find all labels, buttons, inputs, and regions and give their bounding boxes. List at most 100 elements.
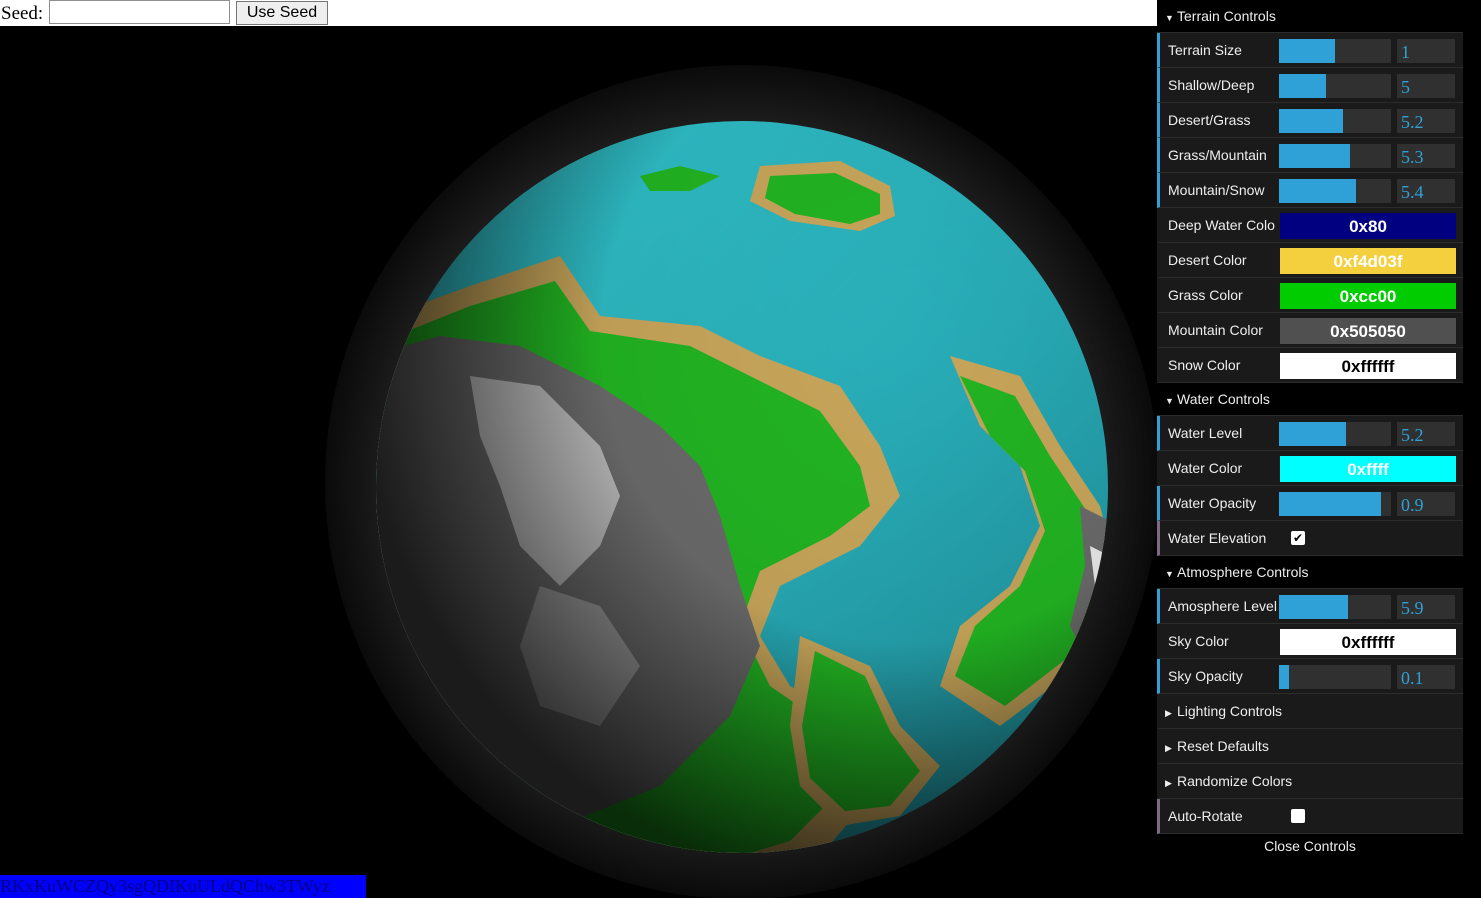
caret-right-icon: ▶	[1165, 743, 1172, 753]
desert-grass-control: Desert/Grass 5.2	[1157, 103, 1463, 138]
close-controls-button[interactable]: Close Controls	[1157, 834, 1463, 858]
control-label: Terrain Size	[1168, 42, 1242, 58]
slider-fill	[1279, 179, 1357, 203]
mountain-snow-slider[interactable]	[1279, 179, 1391, 203]
desert-color-picker[interactable]: 0xf4d03f	[1279, 247, 1457, 275]
mountain-snow-input[interactable]: 5.4	[1397, 179, 1455, 203]
water-level-control: Water Level 5.2	[1157, 416, 1463, 451]
control-label: Amosphere Level	[1168, 598, 1277, 614]
reset-defaults-button[interactable]: ▶ Reset Defaults	[1157, 729, 1463, 764]
water-elevation-control: Water Elevation ✔	[1157, 521, 1463, 556]
seed-label: Seed:	[1, 3, 44, 24]
grass-color-control: Grass Color 0xcc00	[1157, 278, 1463, 313]
water-color-picker[interactable]: 0xffff	[1279, 455, 1457, 483]
sky-opacity-control: Sky Opacity 0.1	[1157, 659, 1463, 694]
caret-down-icon: ▼	[1165, 569, 1174, 579]
shallow-deep-control: Shallow/Deep 5	[1157, 68, 1463, 103]
slider-fill	[1279, 39, 1335, 63]
control-label: Grass Color	[1168, 287, 1243, 303]
mountain-color-picker[interactable]: 0x505050	[1279, 317, 1457, 345]
grass-color-picker[interactable]: 0xcc00	[1279, 282, 1457, 310]
desert-grass-slider[interactable]	[1279, 109, 1391, 133]
folder-lighting-controls[interactable]: ▶ Lighting Controls	[1157, 694, 1463, 729]
slider-fill	[1279, 422, 1347, 446]
randomize-colors-button[interactable]: ▶ Randomize Colors	[1157, 764, 1463, 799]
control-label: Auto-Rotate	[1168, 808, 1243, 824]
control-label: Grass/Mountain	[1168, 147, 1267, 163]
folder-water-controls[interactable]: ▼ Water Controls	[1157, 383, 1463, 416]
mountain-snow-control: Mountain/Snow 5.4	[1157, 173, 1463, 208]
planet-render	[325, 65, 1157, 898]
folder-title: Atmosphere Controls	[1177, 564, 1309, 580]
control-label: Water Opacity	[1168, 495, 1257, 511]
mountain-color-control: Mountain Color 0x505050	[1157, 313, 1463, 348]
grass-mountain-slider[interactable]	[1279, 144, 1391, 168]
deep-water-color-picker[interactable]: 0x80	[1279, 212, 1457, 240]
folder-atmosphere-controls[interactable]: ▼ Atmosphere Controls	[1157, 556, 1463, 589]
caret-down-icon: ▼	[1165, 13, 1174, 23]
planet-viewport[interactable]	[0, 26, 1157, 898]
caret-down-icon: ▼	[1165, 396, 1174, 406]
use-seed-button[interactable]: Use Seed	[236, 1, 328, 25]
control-label: Water Color	[1168, 460, 1243, 476]
caret-right-icon: ▶	[1165, 778, 1172, 788]
shallow-deep-input[interactable]: 5	[1397, 74, 1455, 98]
controls-panel: ▼ Terrain Controls Terrain Size 1 Shallow…	[1157, 0, 1463, 858]
water-color-control: Water Color 0xffff	[1157, 451, 1463, 486]
button-label: Randomize Colors	[1177, 773, 1293, 789]
water-level-input[interactable]: 5.2	[1397, 422, 1455, 446]
seed-input[interactable]	[49, 0, 230, 24]
atmosphere-level-control: Amosphere Level 5.9	[1157, 589, 1463, 624]
sky-opacity-slider[interactable]	[1279, 665, 1391, 689]
deep-water-color-control: Deep Water Colo 0x80	[1157, 208, 1463, 243]
caret-right-icon: ▶	[1165, 708, 1172, 718]
control-label: Snow Color	[1168, 357, 1241, 373]
water-opacity-slider[interactable]	[1279, 492, 1391, 516]
terrain-size-slider[interactable]	[1279, 39, 1391, 63]
slider-fill	[1279, 665, 1290, 689]
folder-title: Lighting Controls	[1177, 703, 1283, 719]
control-label: Water Level	[1168, 425, 1243, 441]
control-label: Shallow/Deep	[1168, 77, 1255, 93]
control-label: Mountain Color	[1168, 322, 1263, 338]
sky-color-picker[interactable]: 0xffffff	[1279, 628, 1457, 656]
atmosphere-level-input[interactable]: 5.9	[1397, 595, 1455, 619]
auto-rotate-checkbox[interactable]	[1291, 809, 1305, 823]
water-opacity-input[interactable]: 0.9	[1397, 492, 1455, 516]
sky-color-control: Sky Color 0xffffff	[1157, 624, 1463, 659]
water-opacity-control: Water Opacity 0.9	[1157, 486, 1463, 521]
slider-fill	[1279, 595, 1349, 619]
desert-color-control: Desert Color 0xf4d03f	[1157, 243, 1463, 278]
water-elevation-checkbox[interactable]: ✔	[1291, 531, 1305, 545]
control-label: Sky Opacity	[1168, 668, 1243, 684]
terminator-shade	[376, 121, 1108, 853]
slider-fill	[1279, 74, 1327, 98]
terrain-size-control: Terrain Size 1	[1157, 33, 1463, 68]
slider-fill	[1279, 492, 1381, 516]
snow-color-control: Snow Color 0xffffff	[1157, 348, 1463, 383]
snow-color-picker[interactable]: 0xffffff	[1279, 352, 1457, 380]
control-label: Water Elevation	[1168, 530, 1267, 546]
slider-fill	[1279, 109, 1343, 133]
control-label: Mountain/Snow	[1168, 182, 1265, 198]
shallow-deep-slider[interactable]	[1279, 74, 1391, 98]
slider-fill	[1279, 144, 1350, 168]
folder-terrain-controls[interactable]: ▼ Terrain Controls	[1157, 0, 1463, 33]
button-label: Reset Defaults	[1177, 738, 1269, 754]
water-level-slider[interactable]	[1279, 422, 1391, 446]
grass-mountain-input[interactable]: 5.3	[1397, 144, 1455, 168]
grass-mountain-control: Grass/Mountain 5.3	[1157, 138, 1463, 173]
folder-title: Terrain Controls	[1177, 8, 1276, 24]
control-label: Desert/Grass	[1168, 112, 1251, 128]
control-label: Sky Color	[1168, 633, 1229, 649]
current-seed-text: RKxKuWCZQy3sgQDIKuULdQChw3TWyz	[0, 875, 366, 898]
folder-title: Water Controls	[1177, 391, 1270, 407]
terrain-size-input[interactable]: 1	[1397, 39, 1455, 63]
auto-rotate-control: Auto-Rotate	[1157, 799, 1463, 834]
desert-grass-input[interactable]: 5.2	[1397, 109, 1455, 133]
atmosphere-level-slider[interactable]	[1279, 595, 1391, 619]
control-label: Deep Water Colo	[1168, 217, 1275, 233]
seed-bar: Seed: Use Seed	[0, 0, 1157, 26]
control-label: Desert Color	[1168, 252, 1247, 268]
sky-opacity-input[interactable]: 0.1	[1397, 665, 1455, 689]
